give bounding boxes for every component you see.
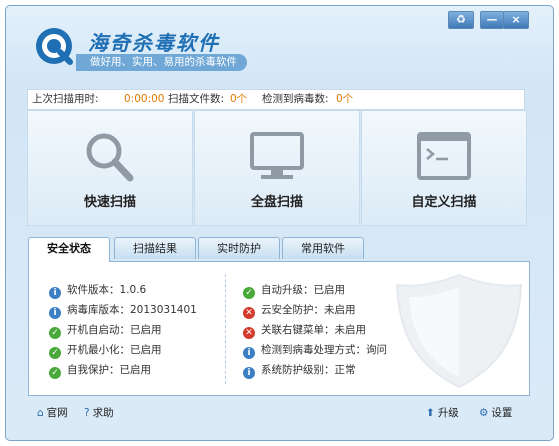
custom-scan-label: 自定义扫描 xyxy=(411,195,477,210)
status-text: 关联右键菜单：未启用 xyxy=(261,324,366,336)
status-row: ✕ 云安全防护：未启用 xyxy=(243,300,387,320)
status-text: 检测到病毒处理方式：询问 xyxy=(261,344,387,356)
cross-icon: ✕ xyxy=(243,327,255,339)
status-text: 系统防护级别：正常 xyxy=(261,364,356,376)
column-divider xyxy=(225,274,226,384)
minimize-button[interactable]: — xyxy=(480,11,504,29)
info-icon: i xyxy=(243,367,255,379)
home-icon: ⌂ xyxy=(37,407,44,419)
last-scan-time-value: 0:00:00 xyxy=(124,93,165,105)
app-window: ♻ — × 海奇杀毒软件 做好用、实用、易用的杀毒软件 上次扫描用时: 0:00… xyxy=(5,5,554,441)
homepage-link-label: 官网 xyxy=(46,407,68,419)
shield-watermark-icon xyxy=(395,273,523,389)
quick-scan-label: 快速扫描 xyxy=(83,195,136,210)
tab-security-status[interactable]: 安全状态 xyxy=(28,237,110,262)
scanned-files-label: 扫描文件数: xyxy=(168,93,225,105)
scanned-files-value: 0个 xyxy=(230,93,248,105)
skin-button[interactable]: ♻ xyxy=(448,11,474,29)
status-row: i 系统防护级别：正常 xyxy=(243,360,387,380)
full-scan-button[interactable]: 全盘扫描 xyxy=(194,110,360,226)
status-text: 开机自启动：已启用 xyxy=(67,324,162,336)
status-tabs: 安全状态 扫描结果 实时防护 常用软件 xyxy=(28,237,528,262)
custom-scan-button[interactable]: 自定义扫描 xyxy=(361,110,527,226)
upgrade-link[interactable]: ⬆ 升级 xyxy=(426,396,459,430)
last-scan-time-label: 上次扫描用时: xyxy=(32,93,99,105)
close-button[interactable]: × xyxy=(503,11,529,29)
status-text: 开机最小化：已启用 xyxy=(67,344,162,356)
status-text: 自我保护：已启用 xyxy=(67,364,151,376)
homepage-link[interactable]: ⌂ 官网 xyxy=(37,396,68,430)
full-scan-label: 全盘扫描 xyxy=(250,195,303,210)
status-row: i 软件版本：1.0.6 xyxy=(49,280,197,300)
status-text: 软件版本：1.0.6 xyxy=(67,284,147,296)
cross-icon: ✕ xyxy=(243,307,255,319)
status-row: i 检测到病毒处理方式：询问 xyxy=(243,340,387,360)
virus-count-value: 0个 xyxy=(336,93,354,105)
virus-count-label: 检测到病毒数: xyxy=(262,93,329,105)
tab-common-software[interactable]: 常用软件 xyxy=(282,237,364,259)
status-row: ✓ 开机最小化：已启用 xyxy=(49,340,197,360)
status-row: ✕ 关联右键菜单：未启用 xyxy=(243,320,387,340)
info-icon: i xyxy=(243,347,255,359)
help-link-label: 求助 xyxy=(92,407,114,419)
settings-link[interactable]: ⚙ 设置 xyxy=(479,396,512,430)
app-slogan: 做好用、实用、易用的杀毒软件 xyxy=(76,54,247,71)
check-icon: ✓ xyxy=(49,347,61,359)
upgrade-arrow-icon: ⬆ xyxy=(426,407,435,419)
help-link[interactable]: ? 求助 xyxy=(84,396,114,430)
tab-scan-results[interactable]: 扫描结果 xyxy=(114,237,196,259)
quick-scan-button[interactable]: 快速扫描 xyxy=(27,110,193,226)
status-text: 云安全防护：未启用 xyxy=(261,304,356,316)
info-icon: i xyxy=(49,307,61,319)
gear-icon: ⚙ xyxy=(479,407,489,419)
status-list-right: ✓ 自动升级：已启用 ✕ 云安全防护：未启用 ✕ 关联右键菜单：未启用 i 检测到病毒处理方式… xyxy=(243,280,387,380)
bottom-bar: ⌂ 官网 ? 求助 ⬆ 升级 ⚙ 设置 xyxy=(6,396,553,430)
app-logo-icon xyxy=(36,28,73,65)
check-icon: ✓ xyxy=(49,367,61,379)
check-icon: ✓ xyxy=(243,287,255,299)
upgrade-link-label: 升级 xyxy=(437,407,459,419)
status-row: ✓ 自我保护：已启用 xyxy=(49,360,197,380)
status-text: 自动升级：已启用 xyxy=(261,284,345,296)
scan-buttons: 快速扫描 全盘扫描 自定义扫描 xyxy=(27,110,527,226)
help-icon: ? xyxy=(84,407,90,419)
terminal-icon xyxy=(417,132,471,180)
magnifier-icon xyxy=(86,133,134,182)
last-scan-summary: 上次扫描用时: 0:00:00 扫描文件数: 0个 检测到病毒数: 0个 xyxy=(27,89,525,110)
check-icon: ✓ xyxy=(49,327,61,339)
status-row: i 病毒库版本：2013031401 xyxy=(49,300,197,320)
monitor-icon xyxy=(250,132,304,179)
info-icon: i xyxy=(49,287,61,299)
status-text: 病毒库版本：2013031401 xyxy=(67,304,197,316)
status-row: ✓ 自动升级：已启用 xyxy=(243,280,387,300)
status-row: ✓ 开机自启动：已启用 xyxy=(49,320,197,340)
app-title: 海奇杀毒软件 xyxy=(88,31,220,55)
settings-link-label: 设置 xyxy=(491,407,513,419)
tab-realtime-protection[interactable]: 实时防护 xyxy=(198,237,280,259)
status-list-left: i 软件版本：1.0.6 i 病毒库版本：2013031401 ✓ 开机自启动：已启用 ✓ 开… xyxy=(49,280,197,380)
security-status-panel: i 软件版本：1.0.6 i 病毒库版本：2013031401 ✓ 开机自启动：已启用 ✓ 开… xyxy=(28,261,530,396)
